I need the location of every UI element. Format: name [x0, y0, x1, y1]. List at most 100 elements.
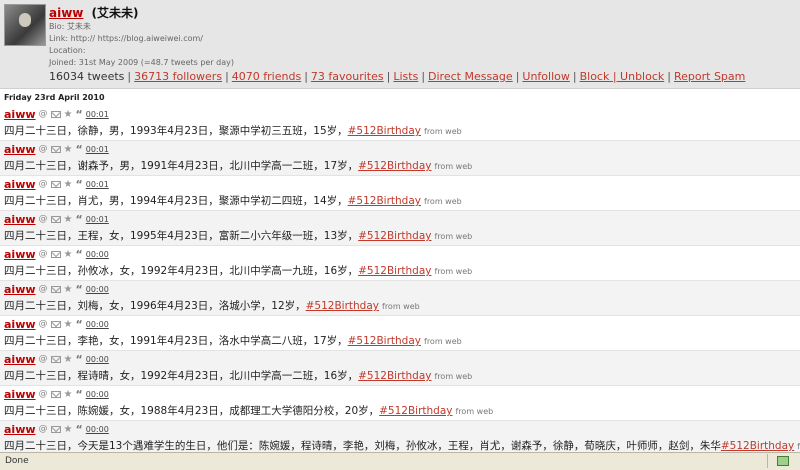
tweet-count: 16034 tweets [49, 70, 125, 83]
hashtag-link[interactable]: #512Birthday [358, 265, 431, 277]
status-text: Done [5, 456, 29, 466]
tweet-meta: aiww @ ★ “00:00 [4, 387, 109, 401]
tweet-username-link[interactable]: aiww [4, 213, 36, 226]
hashtag-link[interactable]: #512Birthday [721, 440, 794, 452]
followers-link[interactable]: 36713 followers [134, 70, 222, 83]
block-unblock-link[interactable]: Block | Unblock [580, 70, 665, 83]
favourite-star-icon[interactable]: ★ [64, 109, 73, 120]
tweet-timestamp-link[interactable]: 00:01 [86, 145, 109, 154]
hashtag-link[interactable]: #512Birthday [306, 300, 379, 312]
tweet-row: aiww @ ★ “00:01 四月二十三日，王程，女，1995年4月23日，富新二小六… [0, 211, 800, 246]
hashtag-link[interactable]: #512Birthday [358, 370, 431, 382]
tweet-username-link[interactable]: aiww [4, 108, 36, 121]
reply-icon[interactable]: @ [39, 179, 48, 189]
tweet-timestamp-link[interactable]: 00:00 [86, 355, 109, 364]
direct-message-icon[interactable] [50, 110, 61, 118]
reply-icon[interactable]: @ [39, 389, 48, 399]
hashtag-link[interactable]: #512Birthday [379, 405, 452, 417]
direct-message-icon[interactable] [50, 320, 61, 328]
lists-link[interactable]: Lists [393, 70, 418, 83]
tweet-body: 四月二十三日，谢森予，男，1991年4月23日，北川中学高一二班，17岁， [4, 160, 359, 172]
reply-icon[interactable]: @ [39, 214, 48, 224]
favourite-star-icon[interactable]: ★ [64, 389, 73, 400]
reply-icon[interactable]: @ [39, 284, 48, 294]
retweet-quote-icon[interactable]: “ [76, 388, 83, 401]
report-spam-link[interactable]: Report Spam [674, 70, 745, 83]
retweet-quote-icon[interactable]: “ [76, 423, 83, 436]
profile-username-link[interactable]: aiww [49, 6, 83, 20]
tweet-username-link[interactable]: aiww [4, 353, 36, 366]
retweet-quote-icon[interactable]: “ [76, 108, 83, 121]
favourite-star-icon[interactable]: ★ [64, 354, 73, 365]
direct-message-icon[interactable] [50, 250, 61, 258]
retweet-quote-icon[interactable]: “ [76, 178, 83, 191]
reply-icon[interactable]: @ [39, 319, 48, 329]
tweet-body: 四月二十三日，孙攸冰，女，1992年4月23日，北川中学高一九班，16岁， [4, 265, 359, 277]
hashtag-link[interactable]: #512Birthday [348, 125, 421, 137]
retweet-quote-icon[interactable]: “ [76, 143, 83, 156]
tweet-row: aiww @ ★ “00:00 四月二十三日，李艳，女，1991年4月23日，洛水中学高… [0, 316, 800, 351]
favourite-star-icon[interactable]: ★ [64, 249, 73, 260]
tweet-username-link[interactable]: aiww [4, 248, 36, 261]
tweet-username-link[interactable]: aiww [4, 283, 36, 296]
tweet-timestamp-link[interactable]: 00:00 [86, 250, 109, 259]
direct-message-icon[interactable] [50, 285, 61, 293]
tweet-username-link[interactable]: aiww [4, 178, 36, 191]
profile-link[interactable]: Link: http:// https://blog.aiweiwei.com/ [49, 33, 800, 45]
favourite-star-icon[interactable]: ★ [64, 144, 73, 155]
tweet-username-link[interactable]: aiww [4, 388, 36, 401]
tweet-timestamp-link[interactable]: 00:01 [86, 215, 109, 224]
hashtag-link[interactable]: #512Birthday [348, 195, 421, 207]
favourite-star-icon[interactable]: ★ [64, 214, 73, 225]
status-bar: Done [0, 452, 800, 470]
tweet-source: from web [424, 337, 462, 346]
tweet-timestamp-link[interactable]: 00:01 [86, 180, 109, 189]
tweet-timestamp-link[interactable]: 00:01 [86, 110, 109, 119]
tweet-body: 四月二十三日，今天是13个遇难学生的生日，他们是：陈婉媛，程诗晴，李艳，刘梅，孙… [4, 440, 721, 452]
tweet-username-link[interactable]: aiww [4, 318, 36, 331]
tweet-timestamp-link[interactable]: 00:00 [86, 285, 109, 294]
direct-message-icon[interactable] [50, 425, 61, 433]
reply-icon[interactable]: @ [39, 424, 48, 434]
favourite-star-icon[interactable]: ★ [64, 284, 73, 295]
hashtag-link[interactable]: #512Birthday [358, 230, 431, 242]
unfollow-link[interactable]: Unfollow [522, 70, 569, 83]
direct-message-icon[interactable] [50, 355, 61, 363]
retweet-quote-icon[interactable]: “ [76, 283, 83, 296]
tweet-timestamp-link[interactable]: 00:00 [86, 425, 109, 434]
hashtag-link[interactable]: #512Birthday [358, 160, 431, 172]
tweet-body: 四月二十三日，肖尤，男，1994年4月23日，聚源中学初二四班，14岁， [4, 195, 348, 207]
favourite-star-icon[interactable]: ★ [64, 319, 73, 330]
tweet-source: from web [382, 302, 420, 311]
friends-link[interactable]: 4070 friends [232, 70, 301, 83]
retweet-quote-icon[interactable]: “ [76, 318, 83, 331]
reply-icon[interactable]: @ [39, 249, 48, 259]
reply-icon[interactable]: @ [39, 144, 48, 154]
reply-icon[interactable]: @ [39, 109, 48, 119]
tweet-text: 四月二十三日，王程，女，1995年4月23日，富新二小六年级一班，13岁，#51… [4, 228, 472, 243]
avatar[interactable] [4, 4, 46, 46]
tweet-timestamp-link[interactable]: 00:00 [86, 320, 109, 329]
favourite-star-icon[interactable]: ★ [64, 179, 73, 190]
tweet-timestamp-link[interactable]: 00:00 [86, 390, 109, 399]
tweet-username-link[interactable]: aiww [4, 423, 36, 436]
tweet-username-link[interactable]: aiww [4, 143, 36, 156]
retweet-quote-icon[interactable]: “ [76, 353, 83, 366]
favourite-star-icon[interactable]: ★ [64, 424, 73, 435]
direct-message-link[interactable]: Direct Message [428, 70, 513, 83]
retweet-quote-icon[interactable]: “ [76, 248, 83, 261]
tweet-body: 四月二十三日，徐静，男，1993年4月23日，聚源中学初三五班，15岁， [4, 125, 348, 137]
tweet-row: aiww @ ★ “00:00 四月二十三日，孙攸冰，女，1992年4月23日，北川中学… [0, 246, 800, 281]
reply-icon[interactable]: @ [39, 354, 48, 364]
tweet-source: from web [434, 372, 473, 381]
tweet-meta: aiww @ ★ “00:01 [4, 142, 109, 156]
retweet-quote-icon[interactable]: “ [76, 213, 83, 226]
direct-message-icon[interactable] [50, 390, 61, 398]
tweet-row: aiww @ ★ “00:01 四月二十三日，肖尤，男，1994年4月23日，聚源中学初… [0, 176, 800, 211]
tweet-body: 四月二十三日，程诗晴，女，1992年4月23日，北川中学高一二班，16岁， [4, 370, 359, 382]
hashtag-link[interactable]: #512Birthday [348, 335, 421, 347]
direct-message-icon[interactable] [50, 145, 61, 153]
direct-message-icon[interactable] [50, 215, 61, 223]
favourites-link[interactable]: 73 favourites [311, 70, 384, 83]
direct-message-icon[interactable] [50, 180, 61, 188]
